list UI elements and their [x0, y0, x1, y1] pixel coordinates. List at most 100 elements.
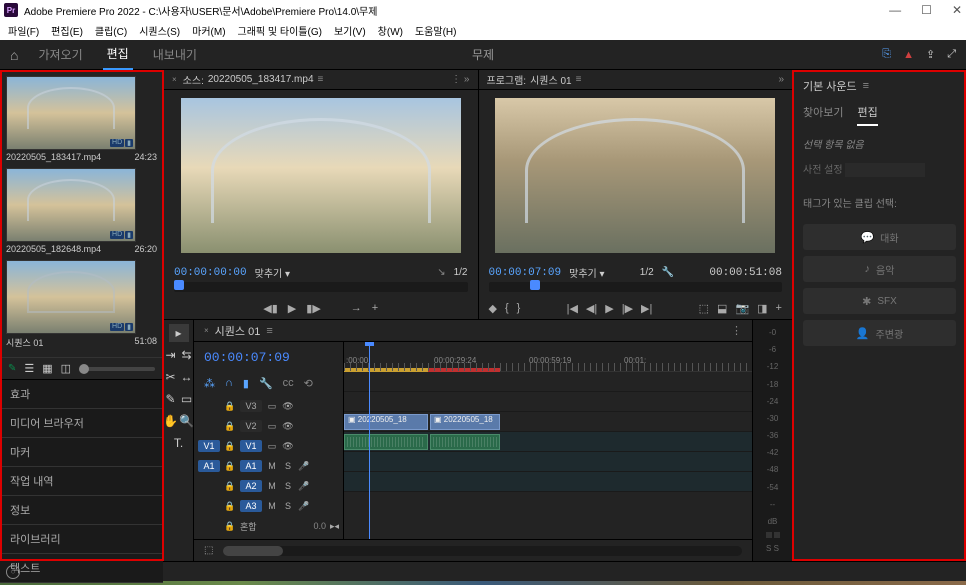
compare-icon[interactable]: ◨ [757, 302, 767, 315]
razor-tool[interactable]: ✂ [164, 368, 178, 386]
fullscreen-icon[interactable]: ⤢ [947, 48, 956, 61]
menu-item[interactable]: 그래픽 및 타이틀(G) [238, 23, 322, 38]
freeform-view-icon[interactable]: ◫ [61, 362, 71, 375]
tab-edit[interactable]: 편집 [103, 39, 133, 70]
timeline-scroll[interactable] [223, 546, 742, 556]
list-view-icon[interactable]: ☰ [24, 362, 34, 375]
share-icon[interactable]: ⇪ [926, 48, 935, 61]
menu-item[interactable]: 시퀀스(S) [139, 23, 180, 38]
play-icon[interactable]: ▶ [288, 302, 296, 315]
solo-icon[interactable]: S [282, 481, 294, 491]
menu-item[interactable]: 보기(V) [334, 23, 366, 38]
es-tab-browse[interactable]: 찾아보기 [803, 104, 843, 126]
lock-icon[interactable]: 🔒 [224, 461, 236, 472]
icon-view-icon[interactable]: ▦ [42, 362, 52, 375]
timeline-ruler[interactable]: :00:00 00:00:29:24 00:00:59:19 00:01: [344, 342, 752, 372]
type-tool[interactable]: T. [169, 434, 189, 452]
link-toggle-icon[interactable]: ⟲ [304, 377, 313, 390]
panel-section[interactable]: 작업 내역 [0, 467, 163, 496]
zoom-tool[interactable]: 🔍 [180, 412, 194, 430]
cc-icon[interactable]: cc [283, 377, 294, 390]
lock-icon[interactable]: 🔒 [224, 421, 236, 432]
play-button[interactable]: ▶ [605, 302, 613, 315]
program-menu-icon[interactable]: » [778, 74, 784, 85]
lock-icon[interactable]: 🔒 [224, 481, 236, 492]
timeline-clip[interactable]: ▣ 20220505_18 [344, 414, 428, 430]
visibility-icon[interactable]: ▭ [266, 421, 278, 432]
es-tag-button[interactable]: ✱SFX [803, 288, 956, 314]
step-fwd-icon[interactable]: |▶ [622, 302, 633, 315]
export-frame-icon[interactable]: 📷 [735, 302, 749, 315]
source-scrubber[interactable] [174, 282, 468, 292]
timeline-menu-icon[interactable]: ⋮ [731, 324, 742, 337]
panel-menu-icon[interactable]: × [172, 75, 177, 84]
mark-in-icon[interactable]: ◀▮ [263, 302, 278, 315]
timeline-clip[interactable]: ▣ 20220505_18 [430, 414, 500, 430]
maximize-button[interactable]: ☐ [921, 3, 932, 17]
selection-tool[interactable]: ▸ [169, 324, 189, 342]
voice-icon[interactable]: 🎤 [298, 501, 310, 512]
es-tab-edit[interactable]: 편집 [857, 104, 877, 126]
mark-out-button[interactable]: } [517, 302, 521, 315]
menu-item[interactable]: 편집(E) [51, 23, 83, 38]
minimize-button[interactable]: — [889, 3, 901, 17]
voice-icon[interactable]: 🎤 [298, 481, 310, 492]
track-toggle[interactable]: A3 [240, 500, 262, 512]
tab-import[interactable]: 가져오기 [34, 40, 86, 69]
source-menu-icon[interactable]: ⋮ » [451, 74, 469, 85]
playhead[interactable] [369, 342, 370, 539]
clip-thumbnail[interactable]: HD▮ [6, 168, 136, 242]
step-back-icon[interactable]: ◀| [586, 302, 597, 315]
lock-icon[interactable]: 🔒 [224, 501, 236, 512]
program-viewport[interactable] [495, 98, 775, 253]
pen-tool[interactable]: ✎ [164, 390, 178, 408]
warning-icon[interactable]: ▲ [903, 49, 914, 61]
new-item-icon[interactable]: ✎ [8, 363, 16, 374]
zoom-slider[interactable] [79, 367, 155, 371]
track-select-tool[interactable]: ⇥ [164, 346, 178, 364]
panel-section[interactable]: 라이브러리 [0, 525, 163, 554]
voice-icon[interactable]: 🎤 [298, 461, 310, 472]
marker-icon[interactable]: ▮ [243, 377, 249, 390]
go-in-icon[interactable]: |◀ [567, 302, 578, 315]
track-toggle[interactable]: V1 [240, 440, 262, 452]
source-timecode[interactable]: 00:00:00:00 [174, 267, 247, 279]
panel-section[interactable]: 마커 [0, 438, 163, 467]
source-viewport[interactable] [181, 98, 461, 253]
visibility-icon[interactable]: ▭ [266, 441, 278, 452]
tab-export[interactable]: 내보내기 [149, 40, 201, 69]
menu-item[interactable]: 클립(C) [95, 23, 127, 38]
mark-in-button[interactable]: { [505, 302, 509, 315]
close-button[interactable]: ✕ [952, 3, 962, 17]
menu-item[interactable]: 파일(F) [8, 23, 39, 38]
eye-icon[interactable]: 👁 [282, 401, 294, 412]
hand-tool[interactable]: ✋ [164, 412, 178, 430]
timeline-timecode[interactable]: 00:00:07:09 [194, 342, 343, 373]
timeline-audio-clip[interactable] [344, 434, 428, 450]
lock-icon[interactable]: 🔒 [224, 521, 236, 532]
cc-status-icon[interactable]: ○ [6, 565, 20, 579]
mix-value[interactable]: 0.0 [313, 521, 326, 531]
step-forward-icon[interactable]: ▮▶ [306, 302, 321, 315]
clip-thumbnail[interactable]: HD▮ [6, 260, 136, 334]
program-timecode[interactable]: 00:00:07:09 [489, 267, 562, 279]
track-toggle[interactable]: V2 [240, 420, 262, 432]
program-fit-select[interactable]: 맞추기 ▾ [569, 265, 604, 280]
add-icon[interactable]: + [372, 302, 378, 315]
lock-icon[interactable]: 🔒 [224, 441, 236, 452]
panel-section[interactable]: 미디어 브라우저 [0, 409, 163, 438]
mute-icon[interactable]: M [266, 501, 278, 511]
track-toggle[interactable]: V3 [240, 400, 262, 412]
chevron-icon[interactable]: ▸◂ [330, 521, 339, 532]
timeline-seq-name[interactable]: 시퀀스 01 [215, 323, 261, 339]
home-icon[interactable]: ⌂ [10, 47, 18, 63]
timeline-close-icon[interactable]: × [204, 326, 209, 335]
settings-icon[interactable]: 🔧 [259, 377, 273, 390]
source-zoom-select[interactable]: 1/2 [454, 267, 468, 278]
program-scrubber[interactable] [489, 282, 783, 292]
source-patch[interactable]: A1 [198, 460, 220, 472]
solo-icon[interactable]: S [282, 501, 294, 511]
menu-item[interactable]: 도움말(H) [415, 23, 456, 38]
panel-section[interactable]: 효과 [0, 380, 163, 409]
track-toggle[interactable]: A2 [240, 480, 262, 492]
